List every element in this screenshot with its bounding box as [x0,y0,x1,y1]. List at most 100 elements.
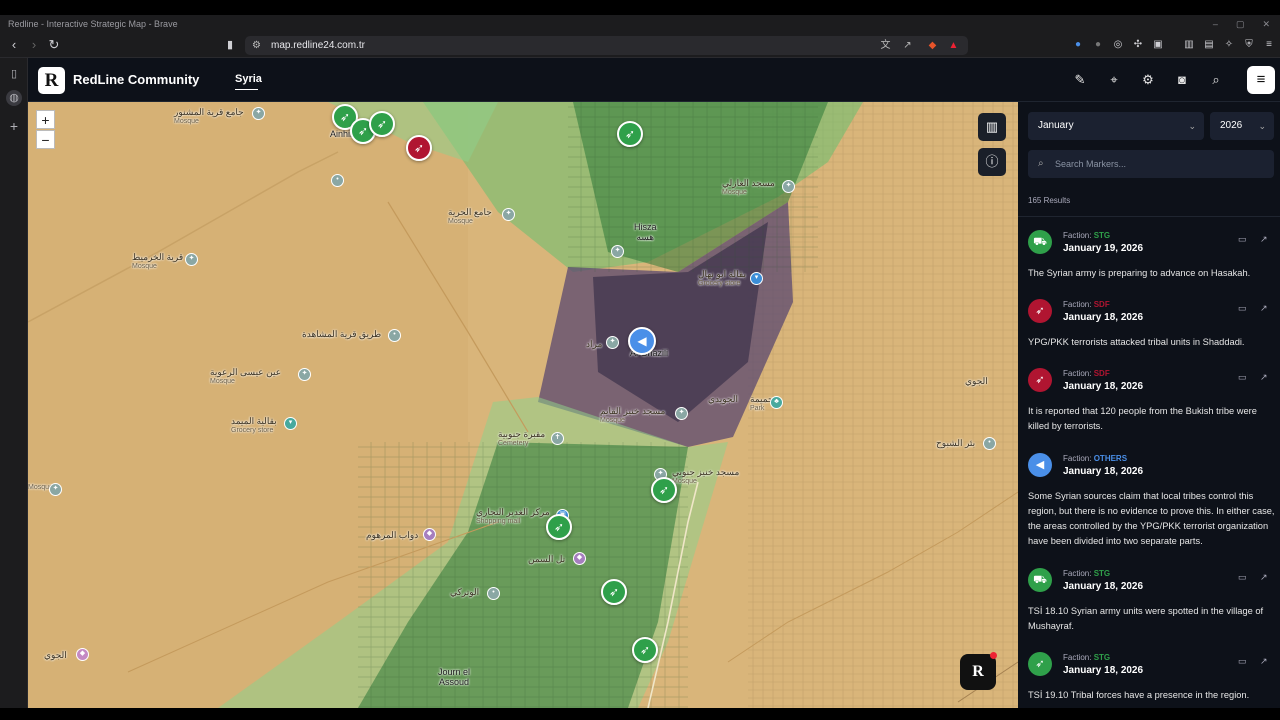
leo-icon[interactable]: ✧ [1222,38,1236,52]
poi-label: عين عيسى الرعوية Mosque [210,367,281,385]
extension-icon[interactable]: ● [1091,38,1105,52]
screenshot-icon[interactable]: ▣ [1151,38,1165,52]
logo[interactable]: R [38,67,65,94]
zoom-in-button[interactable]: + [36,110,55,129]
grocery-store-icon[interactable]: ▾ [750,272,763,285]
stg-marker-icon[interactable]: ➶ [369,111,395,137]
video-icon[interactable]: ▭ [1238,656,1247,667]
external-link-icon[interactable]: ↗ [1260,572,1268,583]
extension-icon[interactable]: ● [1071,38,1085,52]
sidebar-panel-icon[interactable]: ▯ [6,66,22,82]
poi-icon[interactable]: ◆ [423,528,436,541]
camera-icon[interactable]: ◙ [1173,71,1191,89]
bookmark-icon[interactable]: ▮ [222,37,238,53]
item-date: January 19, 2026 [1063,243,1144,254]
map-canvas[interactable]: + − ▥ ⓘ Ainhil Hiszaهسه Al Ghazili Journ… [28,102,1018,708]
mosque-icon[interactable]: ✦ [611,245,624,258]
month-select[interactable]: January ⌄ [1028,112,1204,140]
zoom-out-button[interactable]: − [36,130,55,149]
stg-avatar-icon: ➶ [1028,652,1052,676]
minimize-icon[interactable]: – [1213,15,1218,33]
poi-icon[interactable]: ◆ [76,648,89,661]
tab-syria[interactable]: Syria [235,73,262,85]
mosque-icon[interactable]: ✦ [185,253,198,266]
poi-type: Mosque [722,189,747,196]
mosque-icon[interactable]: ✦ [49,483,62,496]
add-icon[interactable]: + [6,118,22,134]
grocery-store-icon[interactable]: ▾ [284,417,297,430]
brand-name[interactable]: RedLine Community [73,72,199,87]
reload-icon[interactable]: ↻ [46,37,62,53]
poi-name: بقالية الميمد [231,416,277,426]
stg-marker-icon[interactable]: ➶ [651,477,677,503]
item-date: January 18, 2026 [1063,312,1144,323]
poi-label: الجوي [965,376,988,387]
faction-line: Faction: STG [1063,653,1110,662]
cemetery-icon[interactable]: ✝ [551,432,564,445]
mosque-icon[interactable]: ✦ [298,368,311,381]
external-link-icon[interactable]: ↗ [1260,372,1268,383]
external-link-icon[interactable]: ↗ [1260,303,1268,314]
browser-menu-icon[interactable]: ≡ [1262,38,1276,52]
wallet-icon[interactable]: ▤ [1202,38,1216,52]
gear-icon[interactable]: ⚙ [1139,71,1157,89]
location-icon[interactable]: • [331,174,344,187]
mosque-icon[interactable]: ✦ [782,180,795,193]
menu-icon[interactable]: ≡ [1247,66,1275,94]
mosque-icon[interactable]: ✦ [606,336,619,349]
sidebar-toggle-icon[interactable]: ▥ [1182,38,1196,52]
app-float-button[interactable]: R [960,654,996,690]
year-select[interactable]: 2026 ⌄ [1210,112,1274,140]
others-marker-icon[interactable]: ◀ [628,327,656,355]
external-link-icon[interactable]: ↗ [1260,234,1268,245]
year-value: 2026 [1220,120,1243,131]
brave-rewards-icon[interactable]: ▲ [946,38,961,53]
poi-label: مقبرة جنوبية Cemetery [498,429,545,447]
poi-label: بقالية الميمد Grocery store [231,416,277,434]
url-text[interactable]: map.redline24.com.tr [271,36,365,55]
maximize-icon[interactable]: ▢ [1236,15,1245,33]
stg-marker-icon[interactable]: ➶ [601,579,627,605]
search-input[interactable]: ⌕ Search Markers... [1028,150,1274,178]
park-icon[interactable]: ♣ [770,396,783,409]
search-icon[interactable]: ⌕ [1207,71,1225,89]
mosque-icon[interactable]: ✦ [675,407,688,420]
info-button[interactable]: ⓘ [978,148,1006,176]
map-layers-button[interactable]: ▥ [978,113,1006,141]
address-bar[interactable]: ⚙ map.redline24.com.tr 文 ↗ ◆ ▲ [245,36,968,55]
stg-marker-icon[interactable]: ➶ [632,637,658,663]
item-date: January 18, 2026 [1063,581,1144,592]
mosque-icon[interactable]: ✦ [252,107,265,120]
faction-prefix: Faction: [1063,653,1092,662]
faction-line: Faction: SDF [1063,369,1110,378]
pen-icon[interactable]: ✎ [1071,71,1089,89]
item-text: TSİ 19.10 Tribal forces have a presence … [1028,690,1250,700]
share-icon[interactable]: ↗ [900,38,915,53]
video-icon[interactable]: ▭ [1238,372,1247,383]
mosque-icon[interactable]: ✦ [502,208,515,221]
vpn-icon[interactable]: ⛨ [1242,38,1256,52]
external-link-icon[interactable]: ↗ [1260,656,1268,667]
close-icon[interactable]: ✕ [1262,15,1270,33]
stg-marker-icon[interactable]: ➶ [617,121,643,147]
location-icon[interactable]: • [388,329,401,342]
poi-name: دواب المرهوم [366,530,419,540]
location-icon[interactable]: • [983,437,996,450]
poi-icon[interactable]: ◆ [573,552,586,565]
brave-shield-icon[interactable]: ◆ [925,38,940,53]
site-favicon-icon[interactable]: ◍ [6,90,22,106]
item-text: Some Syrian sources claim that local tri… [1028,491,1275,546]
extension-icon[interactable]: ◎ [1111,38,1125,52]
site-info-icon[interactable]: ⚙ [249,38,264,53]
forward-icon[interactable]: › [26,37,42,53]
video-icon[interactable]: ▭ [1238,234,1247,245]
sdf-marker-icon[interactable]: ➶ [406,135,432,161]
location-icon[interactable]: • [487,587,500,600]
back-icon[interactable]: ‹ [6,37,22,53]
stg-marker-icon[interactable]: ➶ [546,514,572,540]
map-pin-icon[interactable]: ⌖ [1105,71,1123,89]
puzzle-icon[interactable]: ✣ [1131,38,1145,52]
translate-icon[interactable]: 文 [878,38,893,53]
video-icon[interactable]: ▭ [1238,572,1247,583]
video-icon[interactable]: ▭ [1238,303,1247,314]
